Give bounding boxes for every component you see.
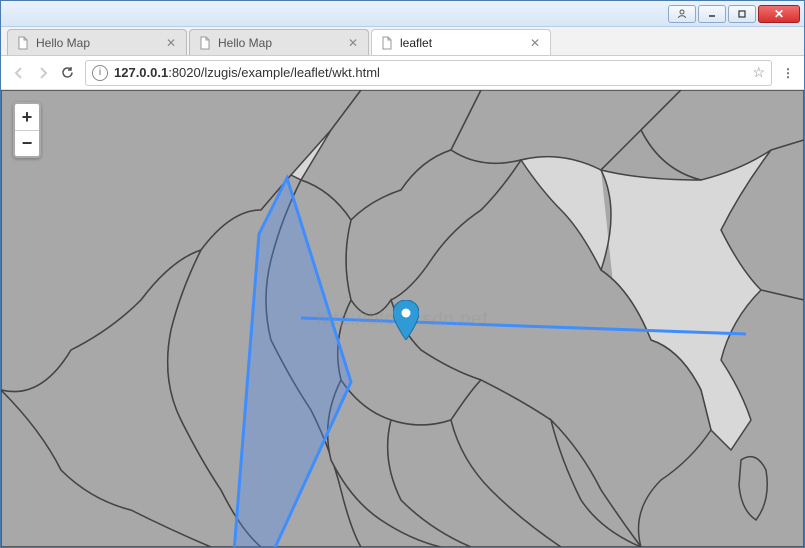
tab-label: leaflet [400, 36, 528, 50]
map-marker[interactable] [393, 300, 419, 340]
tab-hello-map-2[interactable]: Hello Map ✕ [189, 29, 369, 55]
forward-button[interactable] [31, 61, 55, 85]
tab-close-button[interactable]: ✕ [346, 36, 360, 50]
back-button[interactable] [7, 61, 31, 85]
tab-leaflet[interactable]: leaflet ✕ [371, 29, 551, 55]
zoom-control: + − [13, 102, 41, 158]
tab-close-button[interactable]: ✕ [528, 36, 542, 50]
page-icon [198, 36, 212, 50]
close-icon: ✕ [774, 7, 784, 21]
bookmark-star-icon[interactable]: ☆ [752, 64, 765, 81]
tab-close-button[interactable]: ✕ [164, 36, 178, 50]
reload-icon [60, 65, 75, 80]
tab-hello-map-1[interactable]: Hello Map ✕ [7, 29, 187, 55]
site-info-icon[interactable]: i [92, 65, 108, 81]
close-window-button[interactable]: ✕ [758, 5, 800, 23]
map-viewport[interactable]: + − http://blog.csdn.net [1, 90, 804, 547]
tab-bar: Hello Map ✕ Hello Map ✕ leaflet ✕ [1, 27, 804, 56]
marker-pin-icon [393, 300, 419, 340]
minimize-button[interactable] [698, 5, 726, 23]
user-button[interactable] [668, 5, 696, 23]
url-input[interactable]: i 127.0.0.1:8020/lzugis/example/leaflet/… [85, 60, 772, 86]
browser-menu-button[interactable]: ⋮ [778, 66, 798, 80]
tab-label: Hello Map [36, 36, 164, 50]
address-bar: i 127.0.0.1:8020/lzugis/example/leaflet/… [1, 56, 804, 90]
maximize-button[interactable] [728, 5, 756, 23]
arrow-right-icon [36, 66, 50, 80]
tab-label: Hello Map [218, 36, 346, 50]
user-icon [677, 9, 687, 19]
window-titlebar: ✕ [1, 1, 804, 27]
zoom-out-button[interactable]: − [15, 130, 39, 156]
reload-button[interactable] [55, 61, 79, 85]
arrow-left-icon [12, 66, 26, 80]
minimize-icon [707, 9, 717, 19]
url-text: 127.0.0.1:8020/lzugis/example/leaflet/wk… [114, 65, 752, 80]
page-icon [16, 36, 30, 50]
page-icon [380, 36, 394, 50]
maximize-icon [737, 9, 747, 19]
zoom-in-button[interactable]: + [15, 104, 39, 130]
